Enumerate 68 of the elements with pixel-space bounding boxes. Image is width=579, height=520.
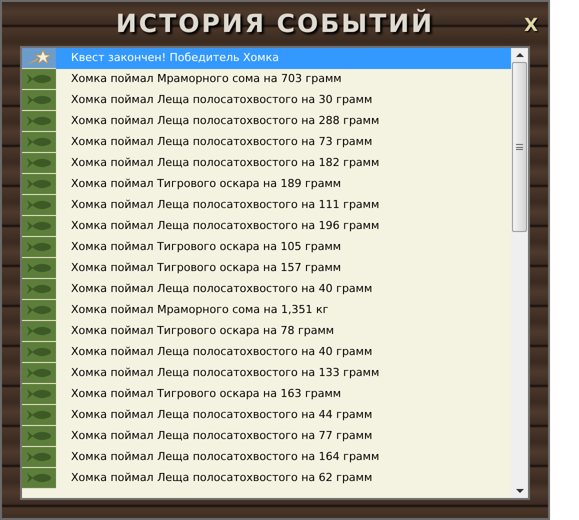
fish-icon	[24, 345, 54, 359]
fish-icon	[24, 366, 54, 380]
fish-icon	[24, 261, 54, 275]
event-row[interactable]: Хомка поймал Леща полосатохвостого на 30 грамм	[22, 90, 511, 111]
fish-icon	[24, 93, 54, 107]
fish-icon	[24, 303, 54, 317]
event-text: Хомка поймал Тигрового оскара на 163 грамм	[71, 386, 342, 402]
event-row[interactable]: Хомка поймал Тигрового оскара на 163 грамм	[22, 384, 511, 405]
fish-icon	[24, 135, 54, 149]
event-row[interactable]: Хомка поймал Леща полосатохвостого на 164 грамм	[22, 447, 511, 468]
event-row[interactable]: Хомка поймал Мраморного сома на 1,351 кг	[22, 300, 511, 321]
event-text: Хомка поймал Тигрового оскара на 157 грамм	[71, 260, 342, 276]
event-text: Хомка поймал Леща полосатохвостого на 182 грамм	[71, 155, 380, 172]
event-text: Хомка поймал Леща полосатохвостого на 44 грамм	[71, 407, 372, 424]
scroll-down-icon[interactable]	[516, 489, 524, 493]
event-text: Хомка поймал Леща полосатохвостого на 111 грамм	[71, 197, 380, 214]
event-text: Хомка поймал Тигрового оскара на 78 грамм	[71, 323, 334, 340]
event-text: Хомка поймал Леща полосатохвостого на 40 грамм	[71, 281, 372, 298]
event-text: Хомка поймал Леща полосатохвостого на 30 грамм	[71, 92, 372, 108]
event-row[interactable]: Хомка поймал Леща полосатохвостого на 40 грамм	[22, 279, 511, 300]
event-text: Хомка поймал Леща полосатохвостого на 77 грамм	[71, 428, 372, 444]
fish-icon	[24, 282, 54, 296]
fish-icon	[24, 156, 54, 170]
event-text: Хомка поймал Леща полосатохвостого на 40 грамм	[71, 344, 372, 360]
fish-icon	[24, 450, 54, 464]
event-text: Хомка поймал Мраморного сома на 703 грамм	[71, 71, 342, 88]
fish-icon	[24, 408, 54, 422]
fish-icon	[24, 198, 54, 212]
fish-icon	[24, 177, 54, 191]
fish-icon	[24, 72, 54, 86]
event-row[interactable]: Хомка поймал Тигрового оскара на 157 грамм	[22, 258, 511, 279]
event-row[interactable]: Хомка поймал Тигрового оскара на 78 грамм	[22, 321, 511, 342]
event-row[interactable]: Хомка поймал Тигрового оскара на 189 грамм	[22, 174, 511, 195]
event-row[interactable]: Хомка поймал Леща полосатохвостого на 77 грамм	[22, 426, 511, 447]
event-text: Хомка поймал Леща полосатохвостого на 288 грамм	[71, 113, 380, 130]
event-row[interactable]: Хомка поймал Леща полосатохвостого на 44 грамм	[22, 405, 511, 426]
event-row[interactable]: Хомка поймал Леща полосатохвостого на 133 грамм	[22, 363, 511, 384]
scroll-up-icon[interactable]	[516, 53, 524, 57]
event-text: Хомка поймал Леща полосатохвостого на 62 грамм	[71, 470, 372, 486]
event-text: Хомка поймал Леща полосатохвостого на 133 грамм	[71, 365, 380, 382]
fish-icon	[24, 471, 54, 485]
grip-icon	[516, 144, 523, 150]
event-row[interactable]: Хомка поймал Леща полосатохвостого на 73 грамм	[22, 132, 511, 153]
fish-icon	[24, 387, 54, 401]
close-button[interactable]: X	[520, 12, 542, 39]
event-text: Хомка поймал Леща полосатохвостого на 196 грамм	[71, 218, 380, 234]
event-text: Хомка поймал Мраморного сома на 1,351 кг	[71, 302, 328, 318]
event-row[interactable]: Хомка поймал Леща полосатохвостого на 62 грамм	[22, 468, 511, 489]
event-text: Квест закончен! Победитель Хомка	[71, 50, 279, 66]
window-title: ИСТОРИЯ СОБЫТИЙ	[116, 8, 434, 40]
scroll-thumb[interactable]	[512, 62, 527, 232]
fish-icon	[24, 429, 54, 443]
event-row[interactable]: Хомка поймал Леща полосатохвостого на 182 грамм	[22, 153, 511, 174]
event-text: Хомка поймал Леща полосатохвостого на 73 грамм	[71, 134, 372, 150]
event-row[interactable]: Хомка поймал Мраморного сома на 703 грамм	[22, 69, 511, 90]
fish-icon	[24, 324, 54, 338]
event-text: Хомка поймал Леща полосатохвостого на 164 грамм	[71, 449, 380, 466]
event-row[interactable]: Хомка поймал Леща полосатохвостого на 288 грамм	[22, 111, 511, 132]
event-row[interactable]: Хомка поймал Леща полосатохвостого на 111 грамм	[22, 195, 511, 216]
event-row[interactable]: Хомка поймал Леща полосатохвостого на 196 грамм	[22, 216, 511, 237]
event-text: Хомка поймал Тигрового оскара на 105 грамм	[71, 239, 342, 256]
event-row[interactable]: Хомка поймал Леща полосатохвостого на 40 грамм	[22, 342, 511, 363]
scrollbar[interactable]	[511, 48, 528, 498]
fish-icon	[24, 114, 54, 128]
fish-icon	[24, 219, 54, 233]
event-row[interactable]: Хомка поймал Тигрового оскара на 105 грамм	[22, 237, 511, 258]
fish-icon	[24, 240, 54, 254]
event-text: Хомка поймал Тигрового оскара на 189 грамм	[71, 176, 342, 192]
